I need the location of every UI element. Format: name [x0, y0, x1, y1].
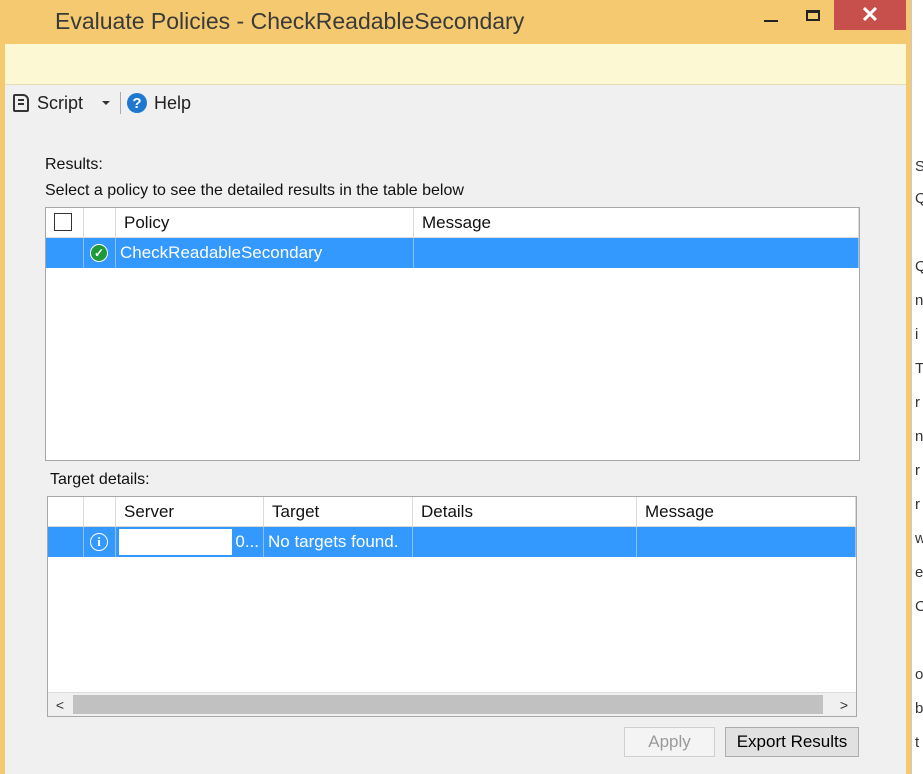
status-cell: ✓: [84, 238, 116, 268]
background-text: r: [915, 394, 920, 411]
row-header-cell[interactable]: [48, 527, 84, 557]
horizontal-scrollbar[interactable]: < >: [48, 692, 856, 716]
status-column-header[interactable]: [84, 497, 116, 527]
background-text: w: [915, 530, 923, 547]
apply-button[interactable]: Apply: [624, 727, 715, 757]
background-text: n: [915, 428, 923, 445]
info-icon: i: [90, 533, 108, 551]
background-text: Q: [915, 258, 923, 275]
background-text: t: [915, 734, 920, 751]
chevron-down-icon: [102, 101, 110, 105]
policy-column-header[interactable]: Policy: [116, 208, 414, 238]
results-grid[interactable]: Policy Message ✓ CheckReadableSecondary: [45, 207, 860, 461]
toolbar-separator: [120, 92, 121, 114]
close-button[interactable]: ✕: [834, 0, 906, 30]
background-text: S: [915, 158, 923, 175]
background-text: e: [915, 564, 923, 581]
help-icon: ?: [127, 93, 147, 113]
maximize-button[interactable]: [794, 0, 832, 30]
message-cell[interactable]: [637, 527, 856, 557]
scroll-right-button[interactable]: >: [832, 693, 856, 716]
results-instruction: Select a policy to see the detailed resu…: [45, 182, 464, 199]
target-details-heading: Target details:: [50, 471, 150, 488]
message-cell[interactable]: [414, 238, 859, 268]
help-label: Help: [154, 92, 192, 113]
success-check-icon: ✓: [90, 244, 108, 262]
target-column-header[interactable]: Target: [264, 497, 413, 527]
scrollbar-thumb[interactable]: [73, 695, 823, 714]
background-window: S Q Q n i T r n r r w e C o b t: [911, 0, 923, 774]
maximize-icon: [806, 9, 820, 21]
close-icon: ✕: [860, 2, 880, 27]
redacted-server-name: [119, 529, 232, 555]
script-icon: [13, 94, 29, 112]
chevron-left-icon: <: [55, 696, 65, 713]
background-text: r: [915, 496, 920, 513]
background-text: i: [915, 326, 919, 343]
script-label: Script: [37, 92, 84, 113]
window-title: Evaluate Policies - CheckReadableSeconda…: [55, 8, 525, 34]
select-all-header[interactable]: [46, 208, 84, 238]
target-cell[interactable]: No targets found.: [264, 527, 413, 557]
background-text: C: [915, 598, 923, 615]
table-row[interactable]: i 0... No targets found.: [48, 527, 856, 557]
script-dropdown-button[interactable]: [102, 91, 110, 115]
message-column-header[interactable]: Message: [637, 497, 856, 527]
background-text: Q: [915, 190, 923, 207]
message-column-header[interactable]: Message: [414, 208, 859, 238]
results-heading: Results:: [45, 156, 103, 173]
background-text: T: [915, 360, 923, 377]
chevron-right-icon: >: [839, 696, 849, 713]
info-bar: [5, 44, 906, 85]
background-text: r: [915, 462, 920, 479]
policy-cell[interactable]: CheckReadableSecondary: [116, 238, 414, 268]
details-cell[interactable]: [413, 527, 637, 557]
minimize-button[interactable]: [752, 0, 790, 30]
export-results-button[interactable]: Export Results: [725, 727, 859, 757]
table-row[interactable]: ✓ CheckReadableSecondary: [46, 238, 859, 268]
background-text: o: [915, 666, 923, 683]
minimize-icon: [764, 20, 778, 22]
background-text: n: [915, 292, 923, 309]
help-button[interactable]: ? Help: [127, 91, 191, 115]
background-text: b: [915, 700, 923, 717]
status-column-header[interactable]: [84, 208, 116, 238]
details-column-header[interactable]: Details: [413, 497, 637, 527]
row-checkbox-cell[interactable]: [46, 238, 84, 268]
server-value: 0...: [235, 532, 259, 551]
script-button[interactable]: Script: [13, 91, 83, 115]
row-header-column[interactable]: [48, 497, 84, 527]
select-all-checkbox[interactable]: [54, 213, 72, 231]
scroll-left-button[interactable]: <: [48, 693, 72, 716]
server-column-header[interactable]: Server: [116, 497, 264, 527]
status-cell: i: [84, 527, 116, 557]
target-details-grid[interactable]: Server Target Details Message i 0... No …: [47, 496, 857, 717]
